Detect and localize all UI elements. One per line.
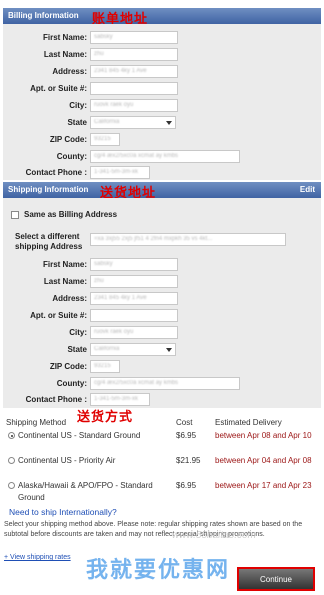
billing-form: First Name: sabsky Last Name: zhu Addres… [3, 24, 321, 180]
shipping-last-name-label: Last Name: [43, 277, 87, 286]
radio-alaska[interactable] [8, 482, 15, 489]
select-address-dropdown[interactable]: =xa 3xj55 2xj5 jf51 4 2fn4 mxpkh 35 vs 4… [90, 233, 286, 246]
option-delivery: between Apr 08 and Apr 10 [215, 431, 312, 440]
billing-city-row: City: ruovk raek oyu [3, 99, 321, 114]
option-cost: $6.95 [176, 481, 197, 490]
billing-state-label: State [67, 118, 87, 127]
billing-county-row: County: cg/4 æx2/5xc0ä xcmat ay kmbs [3, 150, 321, 165]
option-delivery: between Apr 17 and Apr 23 [215, 481, 312, 490]
billing-phone-row: Contact Phone : 1-341-5m-3m-xk [3, 166, 321, 181]
same-as-billing-row[interactable]: Same as Billing Address [11, 210, 117, 219]
radio-priority[interactable] [8, 457, 15, 464]
billing-zip-row: ZIP Code: 93215 [3, 133, 321, 148]
continue-button[interactable]: Continue [237, 567, 315, 591]
chevron-down-icon [166, 121, 172, 125]
billing-county-label: County: [56, 152, 87, 161]
shipping-state-label: State [67, 345, 87, 354]
option-name: Continental US - Priority Air [18, 456, 116, 465]
shipping-phone-input[interactable]: 1-341-5m-3m-xk [90, 393, 150, 406]
shipping-zip-row: ZIP Code: 93215 [3, 360, 321, 375]
shipping-header-title: Shipping Information [8, 185, 89, 194]
view-shipping-rates-link[interactable]: + View shipping rates [4, 554, 71, 561]
option-cost: $6.95 [176, 431, 197, 440]
shipping-address-row: Address: 2341 845 4ky 1 Ave [3, 292, 321, 307]
shipping-county-select[interactable]: cg/4 æx2/5xc0ä xcmat ay kmbs [90, 377, 240, 390]
shipping-zip-input[interactable]: 93215 [90, 360, 120, 373]
shipping-county-row: County: cg/4 æx2/5xc0ä xcmat ay kmbs [3, 377, 321, 392]
billing-header: Billing Information [3, 8, 321, 24]
col-method-header: Shipping Method [6, 418, 67, 427]
watermark-logo: 我就要优惠网 [86, 558, 231, 583]
shipping-zip-label: ZIP Code: [49, 362, 87, 371]
shipping-apt-label: Apt. or Suite #: [30, 311, 87, 320]
option-cost: $21.95 [176, 456, 201, 465]
watermark-url: www.55haitao.com [172, 530, 256, 541]
shipping-city-input[interactable]: ruovk raek oyu [90, 326, 178, 339]
col-cost-header: Cost [176, 418, 193, 427]
billing-apt-input[interactable] [90, 82, 178, 95]
billing-address-input[interactable]: 2341 845 4ky 1 Ave [90, 65, 178, 78]
billing-last-name-label: Last Name: [43, 50, 87, 59]
shipping-state-select[interactable]: California [90, 343, 176, 356]
billing-apt-label: Apt. or Suite #: [30, 84, 87, 93]
billing-zip-input[interactable]: 93215 [90, 133, 120, 146]
billing-last-name-input[interactable]: zhu [90, 48, 178, 61]
shipping-county-label: County: [56, 379, 87, 388]
shipping-last-name-row: Last Name: zhu [3, 275, 321, 290]
shipping-header: Shipping Information Edit [3, 182, 321, 198]
shipping-form: Same as Billing Address Select a differe… [3, 198, 321, 408]
billing-zip-label: ZIP Code: [49, 135, 87, 144]
option-delivery: between Apr 04 and Apr 08 [215, 456, 312, 465]
billing-city-input[interactable]: ruovk raek oyu [90, 99, 178, 112]
billing-city-label: City: [69, 101, 87, 110]
shipping-first-name-input[interactable]: sabsky [90, 258, 178, 271]
option-name: Alaska/Hawaii & APO/FPO - Standard Groun… [18, 481, 153, 502]
shipping-note: Select your shipping method above. Pleas… [4, 521, 303, 538]
shipping-first-name-row: First Name: sabsky [3, 258, 321, 273]
billing-last-name-row: Last Name: zhu [3, 48, 321, 63]
billing-header-title: Billing Information [8, 11, 79, 20]
billing-phone-input[interactable]: 1-341-5m-3m-xk [90, 166, 150, 179]
shipping-address-input[interactable]: 2341 845 4ky 1 Ave [90, 292, 178, 305]
billing-address-row: Address: 2341 845 4ky 1 Ave [3, 65, 321, 80]
shipping-city-label: City: [69, 328, 87, 337]
billing-state-row: State California [3, 116, 321, 131]
radio-standard[interactable] [8, 432, 15, 439]
shipping-state-row: State California [3, 343, 321, 358]
same-as-billing-label: Same as Billing Address [24, 210, 118, 219]
method-annotation: 送货方式 [77, 410, 134, 425]
shipping-edit-link[interactable]: Edit [300, 185, 315, 194]
shipping-first-name-label: First Name: [42, 260, 87, 269]
shipping-city-row: City: ruovk raek oyu [3, 326, 321, 341]
billing-state-select[interactable]: California [90, 116, 176, 129]
billing-apt-row: Apt. or Suite #: [3, 82, 321, 97]
billing-phone-label: Contact Phone : [25, 168, 87, 177]
select-address-label: Select a different shipping Address [15, 232, 83, 251]
billing-first-name-label: First Name: [42, 33, 87, 42]
ship-international-link[interactable]: Need to ship Internationally? [9, 507, 117, 517]
shipping-phone-row: Contact Phone : 1-341-5m-3m-xk [3, 393, 321, 408]
billing-first-name-input[interactable]: sabsky [90, 31, 178, 44]
shipping-last-name-input[interactable]: zhu [90, 275, 178, 288]
billing-county-select[interactable]: cg/4 æx2/5xc0ä xcmat ay kmbs [90, 150, 240, 163]
billing-address-label: Address: [52, 67, 87, 76]
shipping-address-label: Address: [52, 294, 87, 303]
shipping-apt-row: Apt. or Suite #: [3, 309, 321, 324]
col-delivery-header: Estimated Delivery [215, 418, 282, 427]
billing-first-name-row: First Name: sabsky [3, 31, 321, 46]
chevron-down-icon [166, 348, 172, 352]
same-as-billing-checkbox[interactable] [11, 210, 19, 219]
shipping-phone-label: Contact Phone : [25, 395, 87, 404]
option-name: Continental US - Standard Ground [18, 431, 141, 440]
shipping-apt-input[interactable] [90, 309, 178, 322]
